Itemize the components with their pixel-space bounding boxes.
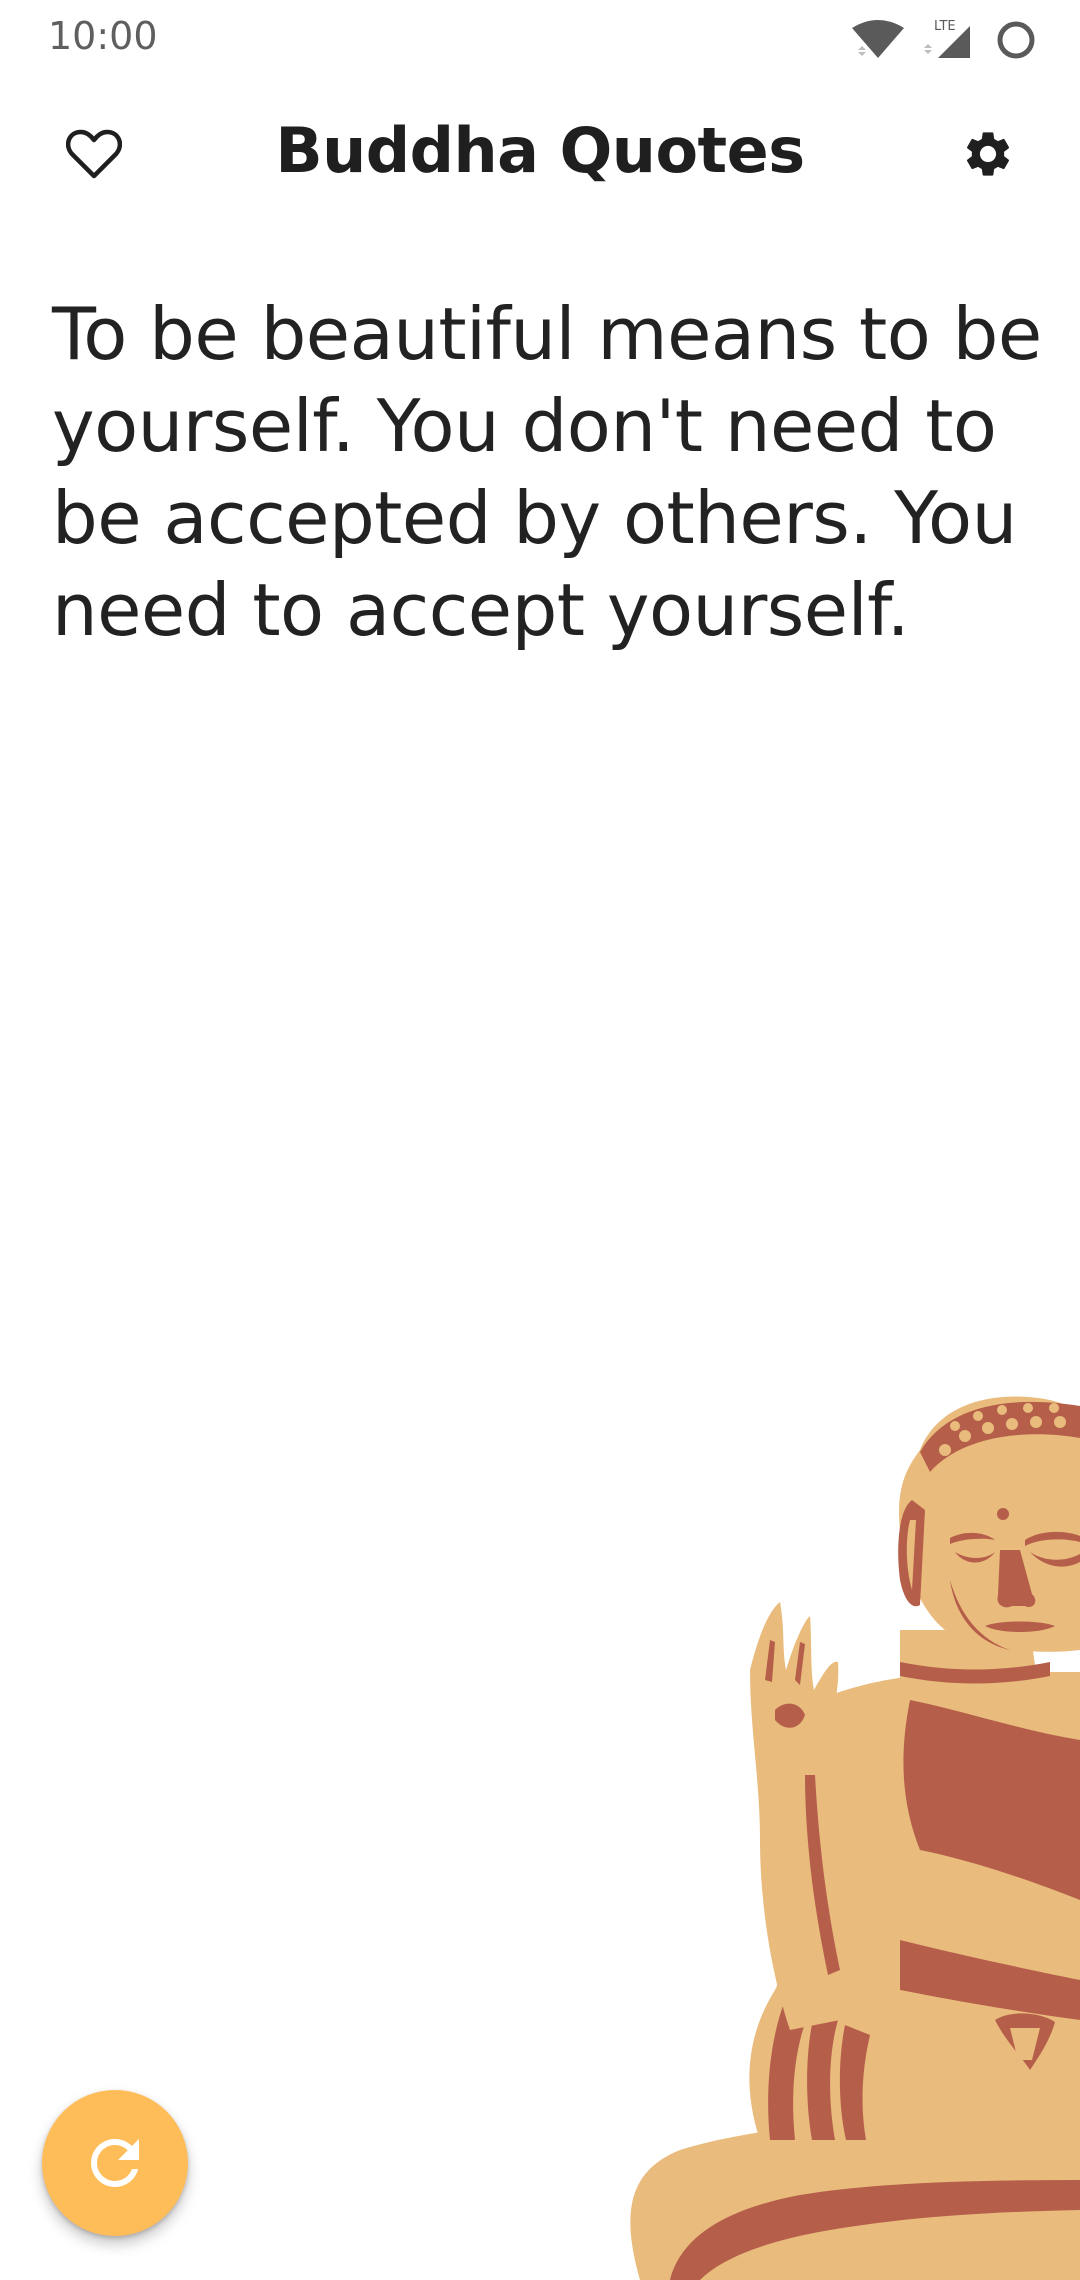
status-time: 10:00 — [48, 14, 158, 58]
svg-text:LTE: LTE — [934, 19, 956, 34]
status-icons: LTE — [852, 19, 1035, 59]
buddha-illustration — [630, 1396, 1080, 2280]
wifi-icon — [852, 20, 904, 58]
battery-circle-icon — [997, 21, 1035, 59]
page-title: Buddha Quotes — [275, 114, 805, 187]
quote-text: To be beautiful means to be yourself. Yo… — [52, 292, 1042, 652]
settings-button[interactable] — [956, 122, 1020, 186]
refresh-quote-button[interactable] — [42, 2090, 188, 2236]
status-bar: 10:00 LTE — [0, 0, 1080, 80]
gear-icon — [966, 132, 1010, 176]
toolbar: Buddha Quotes — [0, 100, 1080, 210]
lte-signal-icon: LTE — [924, 19, 970, 58]
refresh-icon — [91, 2139, 139, 2187]
